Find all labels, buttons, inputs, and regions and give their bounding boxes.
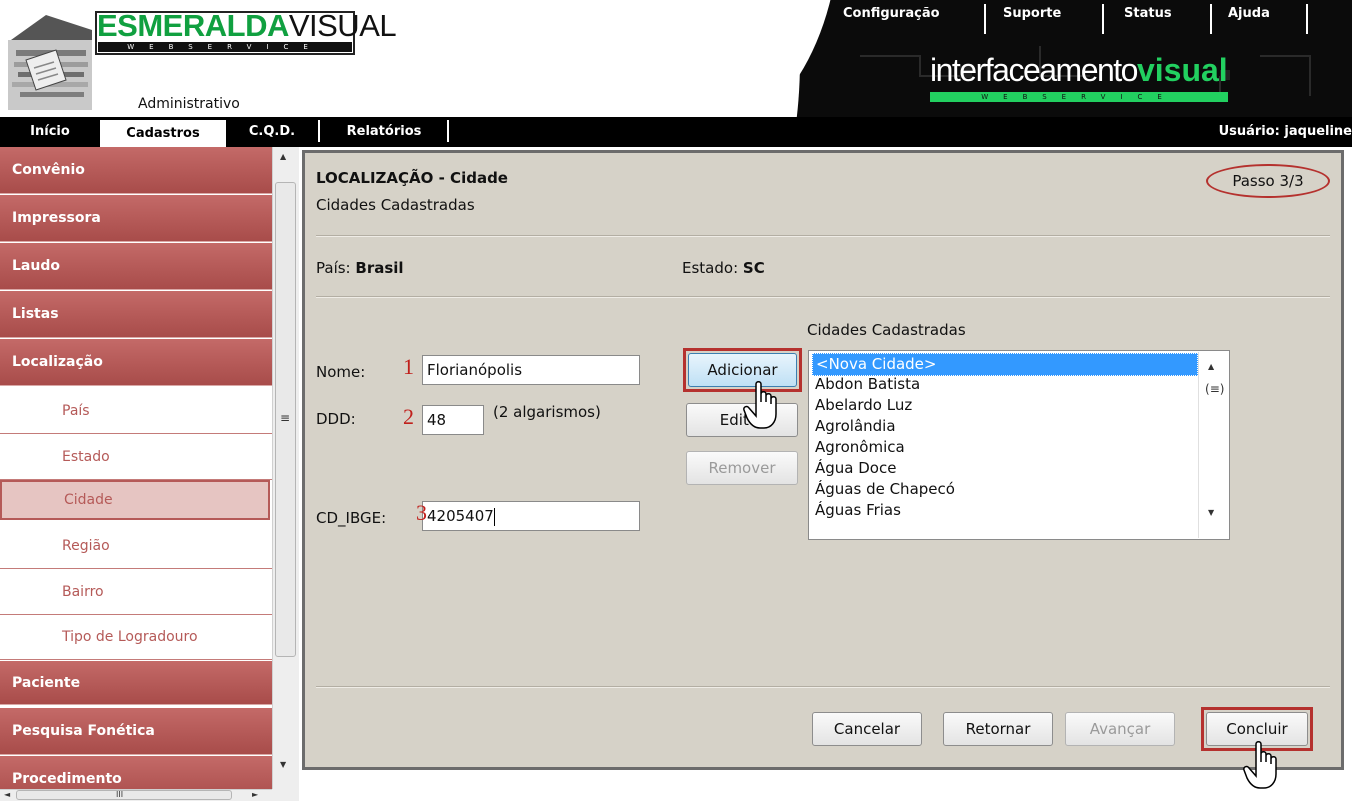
pais-value: Brasil — [355, 259, 404, 277]
list-scroll-down-arrow-icon[interactable]: ▼ — [1208, 508, 1214, 518]
list-item[interactable]: Agrolândia — [815, 416, 896, 437]
estado-value: SC — [742, 259, 765, 277]
brand-title: ESMERALDAVISUAL — [97, 8, 397, 44]
nav-separator — [447, 120, 449, 142]
iv-logo-bold: visual — [1136, 52, 1228, 88]
nav-inicio[interactable]: Início — [20, 117, 80, 147]
ibge-input[interactable]: 4205407 — [422, 501, 640, 531]
nav-relatorios[interactable]: Relatórios — [328, 117, 440, 147]
ibge-label: CD_IBGE: — [316, 509, 387, 527]
list-grip-glyph: ≡ — [1209, 382, 1220, 396]
top-link-separator — [1102, 4, 1104, 34]
city-listbox[interactable]: <Nova Cidade> Abdon Batista Abelardo Luz… — [808, 350, 1230, 540]
nome-label: Nome: — [316, 363, 366, 381]
sidebar-horizontal-scroll-thumb[interactable] — [16, 790, 232, 800]
step-number-2: 2 — [403, 404, 414, 429]
brand-part-dark: VISUAL — [288, 8, 397, 43]
avancar-button[interactable]: Avançar — [1065, 712, 1175, 746]
list-scroll-grip-icon: (≡) — [1205, 382, 1225, 396]
page-subtitle: Cidades Cadastradas — [316, 196, 475, 214]
sidebar-subitem-bairro[interactable]: Bairro — [0, 570, 272, 615]
sidebar-item-pesquisa-fonetica[interactable]: Pesquisa Fonética — [0, 708, 272, 755]
list-item[interactable]: Água Doce — [815, 458, 896, 479]
list-item[interactable]: Águas de Chapecó — [815, 479, 955, 500]
top-link-ajuda[interactable]: Ajuda — [1228, 6, 1270, 21]
sidebar-item-impressora[interactable]: Impressora — [0, 195, 272, 242]
top-link-separator — [1306, 4, 1308, 34]
sidebar-item-paciente[interactable]: Paciente — [0, 661, 272, 705]
top-link-separator — [1210, 4, 1212, 34]
estado-label-text: Estado: — [682, 259, 739, 277]
scroll-up-arrow-icon[interactable]: ▲ — [280, 152, 286, 162]
cancelar-button[interactable]: Cancelar — [812, 712, 922, 746]
pais-label-text: País: — [316, 259, 351, 277]
nav-cadastros[interactable]: Cadastros — [100, 120, 226, 147]
city-list-label: Cidades Cadastradas — [807, 321, 966, 339]
list-item[interactable]: Agronômica — [815, 437, 905, 458]
scroll-left-arrow-icon[interactable]: ◄ — [4, 790, 10, 800]
pais-label: País: Brasil — [316, 259, 404, 277]
estado-label: Estado: SC — [682, 259, 765, 277]
step-number-3: 3 — [416, 500, 427, 525]
nav-separator — [318, 120, 320, 142]
top-link-status[interactable]: Status — [1124, 6, 1172, 21]
sidebar-item-localizacao[interactable]: Localização — [0, 339, 272, 386]
divider — [316, 686, 1330, 688]
step-number-1: 1 — [403, 354, 414, 379]
sidebar-item-listas[interactable]: Listas — [0, 291, 272, 338]
list-scroll-up-arrow-icon[interactable]: ▲ — [1208, 362, 1214, 372]
scroll-grip-icon: ≡ — [280, 411, 291, 425]
ibge-value: 4205407 — [427, 507, 494, 525]
ddd-label: DDD: — [316, 410, 356, 428]
retornar-button[interactable]: Retornar — [943, 712, 1053, 746]
sidebar-subitem-cidade[interactable]: Cidade — [0, 480, 270, 520]
sidebar-item-convenio[interactable]: Convênio — [0, 147, 272, 194]
top-link-suporte[interactable]: Suporte — [1003, 6, 1061, 21]
divider — [316, 296, 1330, 298]
scroll-right-arrow-icon[interactable]: ► — [252, 790, 258, 800]
iv-logo-light: interfaceamento — [930, 52, 1138, 88]
nome-input[interactable]: Florianópolis — [422, 355, 640, 385]
iv-webservice-strip: WEBSERVICE — [930, 92, 1228, 102]
brand-part-green: ESMERALDA — [97, 8, 289, 43]
user-label: Usuário: jaqueline — [1218, 124, 1352, 139]
list-item[interactable]: Águas Frias — [815, 500, 901, 521]
remover-button[interactable]: Remover — [686, 451, 798, 485]
top-link-separator — [984, 4, 986, 34]
sidebar-subitem-pais[interactable]: País — [0, 389, 272, 434]
sidebar-subitem-tipo-logradouro[interactable]: Tipo de Logradouro — [0, 615, 272, 660]
esmeralda-logo-graphic — [8, 15, 92, 110]
brand-webservice-strip: WEBSERVICE — [98, 42, 352, 52]
sidebar: Convênio Impressora Laudo Listas Localiz… — [0, 147, 272, 789]
sidebar-subitem-estado[interactable]: Estado — [0, 435, 272, 480]
ddd-hint: (2 algarismos) — [493, 403, 601, 421]
text-caret — [493, 507, 495, 526]
divider — [316, 235, 1330, 237]
sidebar-subitem-regiao[interactable]: Região — [0, 524, 272, 569]
page-title: LOCALIZAÇÃO - Cidade — [316, 169, 508, 187]
scroll-corner — [272, 789, 299, 801]
list-item[interactable]: Abdon Batista — [815, 374, 920, 395]
step-indicator: Passo 3/3 — [1206, 164, 1330, 198]
scroll-hgrip-icon: III — [116, 790, 124, 799]
list-item[interactable]: <Nova Cidade> — [812, 353, 1198, 376]
nav-cqd[interactable]: C.Q.D. — [228, 117, 316, 147]
list-item[interactable]: Abelardo Luz — [815, 395, 912, 416]
top-link-configuracao[interactable]: Configuração — [843, 6, 940, 21]
hand-cursor-icon — [743, 381, 777, 429]
sidebar-item-laudo[interactable]: Laudo — [0, 243, 272, 290]
scroll-down-arrow-icon[interactable]: ▼ — [280, 760, 286, 770]
interfaceamento-logo: interfaceamentovisual — [930, 52, 1228, 89]
admin-label: Administrativo — [138, 96, 240, 112]
ddd-input[interactable]: 48 — [422, 405, 484, 435]
sidebar-item-procedimento[interactable]: Procedimento — [0, 756, 272, 789]
hand-cursor-icon — [1243, 741, 1277, 789]
